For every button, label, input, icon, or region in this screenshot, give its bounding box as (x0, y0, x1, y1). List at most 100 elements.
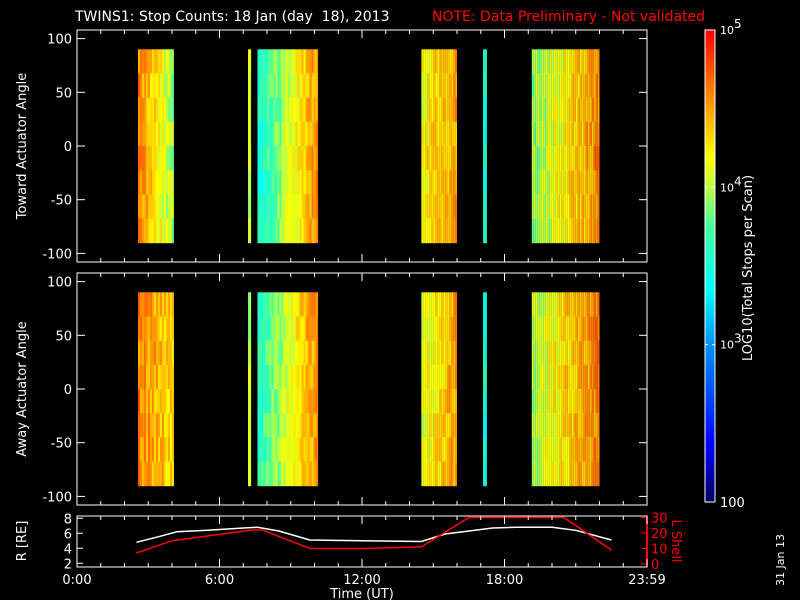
heatmap-cell (148, 292, 150, 317)
heatmap-cell (301, 170, 304, 195)
heatmap-cell (573, 49, 576, 74)
heatmap-cell (285, 292, 288, 317)
data-block (248, 49, 252, 244)
heatmap-cell (261, 316, 264, 342)
heatmap-cell (451, 340, 454, 366)
heatmap-cell (307, 340, 310, 366)
heatmap-cell (279, 218, 282, 244)
heatmap-cell (279, 194, 282, 219)
heatmap-cell (277, 194, 280, 219)
heatmap-cell (168, 97, 170, 123)
heatmap-cell (559, 316, 562, 342)
heatmap-cell (557, 49, 560, 74)
heatmap-cell (299, 340, 302, 366)
heatmap-cell (285, 364, 288, 390)
heatmap-cell (162, 340, 164, 366)
heatmap-cell (437, 73, 440, 99)
heatmap-cell (297, 437, 300, 462)
heatmap-cell (138, 437, 140, 462)
heatmap-cell (279, 437, 282, 462)
heatmap-cell (140, 316, 142, 342)
heatmap-cell (559, 389, 562, 414)
heatmap-cell (140, 97, 142, 123)
heatmap-cell (257, 49, 260, 74)
colorbar-tick-label: 100 (720, 496, 745, 511)
heatmap-cell (541, 121, 544, 147)
heatmap-cell (283, 316, 286, 342)
heatmap-cell (549, 413, 552, 438)
heatmap-cell (172, 292, 174, 317)
heatmap-cell (431, 170, 434, 195)
heatmap-cell (431, 194, 434, 219)
heatmap-cell (587, 461, 590, 487)
heatmap-cell (449, 389, 452, 414)
heatmap-cell (297, 121, 300, 147)
heatmap-cell (431, 292, 434, 317)
heatmap-cell (581, 49, 584, 74)
heatmap-cell (583, 413, 586, 438)
heatmap-cell (451, 316, 454, 342)
heatmap-cell (277, 461, 280, 487)
heatmap-cell (451, 194, 454, 219)
heatmap-cell (275, 97, 278, 123)
colorbar-gradient (704, 29, 716, 503)
heatmap-cell (549, 461, 552, 487)
heatmap-cell (425, 316, 428, 342)
heatmap-cell (142, 316, 144, 342)
heatmap-cell (297, 49, 300, 74)
heatmap-cell (423, 437, 426, 462)
heatmap-cell (569, 413, 572, 438)
heatmap-cell (170, 218, 172, 244)
heatmap-cell (573, 121, 576, 147)
heatmap-cell (581, 461, 584, 487)
heatmap-cell (441, 49, 444, 74)
heatmap-cell (533, 316, 536, 342)
heatmap-cell (449, 146, 452, 171)
heatmap-cell (549, 121, 552, 147)
heatmap-cell (543, 437, 546, 462)
heatmap-cell (271, 364, 274, 390)
heatmap-cell (172, 97, 174, 123)
heatmap-cell (557, 316, 560, 342)
data-block (138, 292, 174, 487)
heatmap-cell (152, 49, 154, 74)
heatmap-cell (140, 49, 142, 74)
heatmap-cell (567, 218, 570, 244)
heatmap-cell (160, 218, 162, 244)
heatmap-cell (549, 218, 552, 244)
heatmap-cell (170, 170, 172, 195)
heatmap-cell (154, 218, 156, 244)
heatmap-cell (439, 437, 442, 462)
heatmap-cell (166, 389, 168, 414)
heatmap-cell (565, 218, 568, 244)
heatmap-cell (259, 194, 262, 219)
heatmap-cell (439, 97, 442, 123)
heatmap-cell (583, 146, 586, 171)
heatmap-cell (263, 194, 266, 219)
heatmap-cell (250, 364, 252, 390)
heatmap-cell (150, 146, 152, 171)
heatmap-cell (573, 218, 576, 244)
heatmap-cell (259, 170, 262, 195)
heatmap-cell (583, 218, 586, 244)
heatmap-cell (425, 292, 428, 317)
heatmap-cell (317, 413, 319, 438)
heatmap-cell (170, 194, 172, 219)
heatmap-cell (277, 146, 280, 171)
heatmap-cell (485, 413, 487, 438)
heatmap-cell (539, 461, 542, 487)
heatmap-cell (164, 218, 166, 244)
heatmap-cell (289, 340, 292, 366)
heatmap-cell (581, 437, 584, 462)
heatmap-cell (162, 73, 164, 99)
heatmap-cell (567, 121, 570, 147)
heatmap-cell (273, 49, 276, 74)
heatmap-cell (433, 146, 436, 171)
heatmap-cell (279, 121, 282, 147)
heatmap-cell (435, 121, 438, 147)
heatmap-cell (259, 146, 262, 171)
heatmap-cell (291, 437, 294, 462)
heatmap-cell (589, 49, 592, 74)
heatmap-cell (439, 340, 442, 366)
heatmap-cell (573, 340, 576, 366)
